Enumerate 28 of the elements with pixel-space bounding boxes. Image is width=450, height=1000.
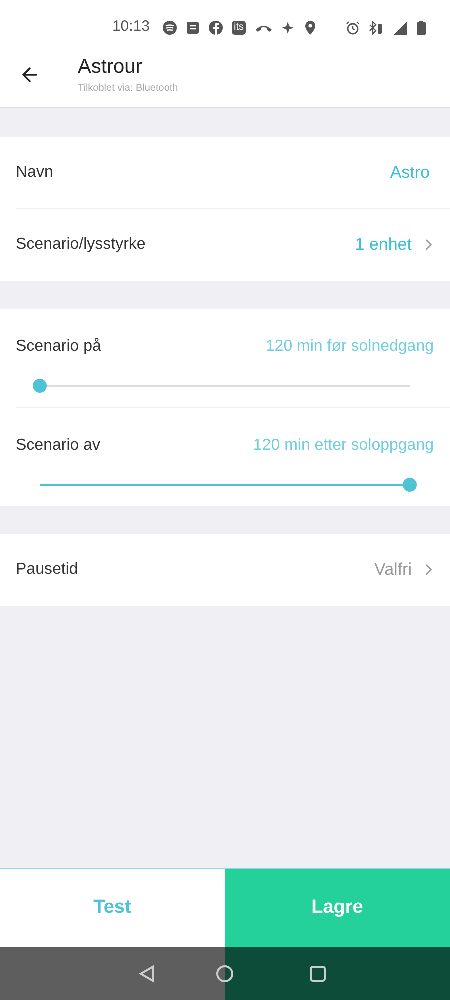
app-badge: its [232, 20, 246, 34]
row-value: 120 min før solnedgang [266, 337, 434, 357]
location-icon [305, 20, 316, 34]
row-label: Scenario av [16, 436, 100, 456]
row-value[interactable]: Astro [390, 160, 430, 186]
music-app-icon [163, 20, 177, 34]
row-value[interactable]: Valfri [374, 557, 412, 583]
social-app-icon [209, 20, 223, 34]
alarm-icon [346, 20, 360, 34]
message-icon [186, 20, 200, 34]
recent-apps-icon[interactable] [310, 966, 326, 982]
status-time: 10:13 [112, 17, 150, 38]
row-label: Scenario på [16, 337, 102, 357]
battery-icon [417, 20, 426, 34]
home-nav-icon[interactable] [216, 964, 234, 982]
page-title: Astrour [78, 55, 144, 79]
back-nav-icon[interactable] [139, 964, 155, 982]
test-button[interactable]: Test [0, 869, 225, 947]
row-label: Scenario/lysstyrke [16, 235, 146, 255]
save-button[interactable]: Lagre [225, 869, 450, 947]
signal-icon [392, 20, 408, 34]
row-value: 120 min etter soloppgang [253, 436, 434, 456]
bluetooth-icon [369, 20, 383, 34]
sparkle-icon [282, 20, 296, 34]
row-value[interactable]: 1 enhet [355, 232, 412, 258]
row-label: Pausetid [16, 560, 78, 580]
row-label: Navn [16, 162, 54, 182]
connection-subtitle: Tilkoblet via: Bluetooth [78, 82, 178, 96]
